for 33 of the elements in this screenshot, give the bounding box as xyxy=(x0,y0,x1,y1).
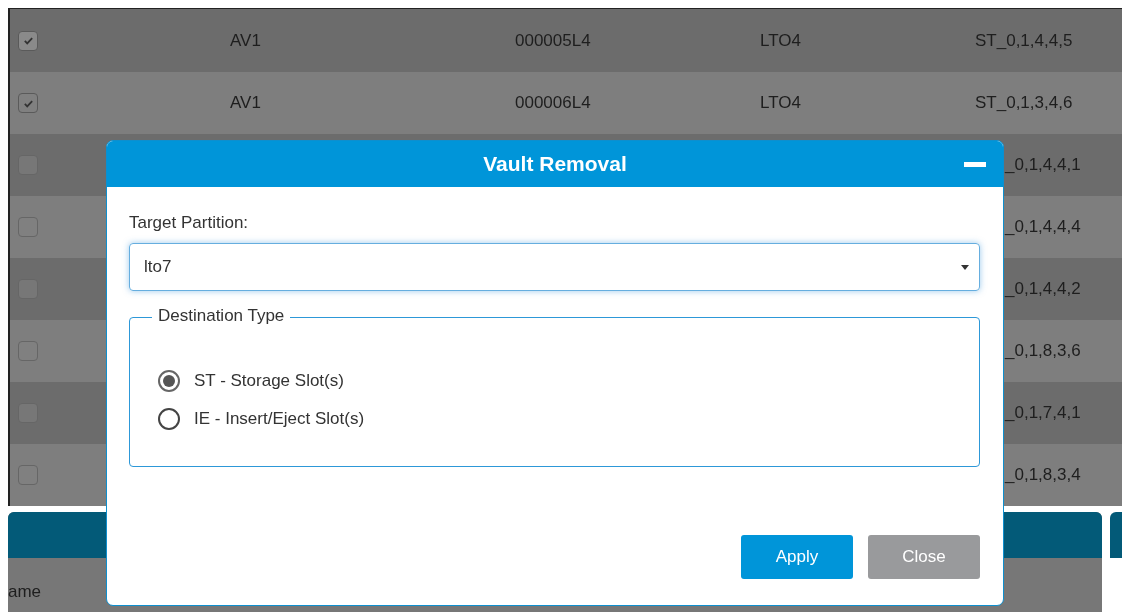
table-cell: 000005L4 xyxy=(515,30,591,50)
fieldset-legend: Destination Type xyxy=(152,306,291,326)
caret-icon xyxy=(961,264,969,270)
checkbox[interactable] xyxy=(18,465,38,485)
partition-dropdown[interactable]: lto7 xyxy=(129,243,980,291)
table-cell: 000006L4 xyxy=(515,93,591,112)
table-cell: _0,1,4,4,2 xyxy=(1005,279,1081,298)
radio-label: IE - Insert/Eject Slot(s) xyxy=(194,409,365,429)
checkbox[interactable] xyxy=(18,93,38,113)
panel-header xyxy=(1110,512,1122,558)
close-button[interactable]: Close xyxy=(868,535,980,579)
radio-button[interactable] xyxy=(158,408,180,430)
dialog-title: Vault Removal xyxy=(483,152,627,176)
table-cell: AV1 xyxy=(230,93,261,112)
table-cell: AV1 xyxy=(230,30,261,50)
table-cell: _0,1,8,3,6 xyxy=(1005,341,1081,360)
check-icon xyxy=(22,35,34,46)
field-label: ame xyxy=(8,582,42,601)
radio-label: ST - Storage Slot(s) xyxy=(194,371,344,391)
table-cell: ST_0,1,4,4,5 xyxy=(975,30,1073,50)
table-cell: _0,1,7,4,1 xyxy=(1005,403,1081,422)
apply-button[interactable]: Apply xyxy=(741,535,853,579)
checkbox[interactable] xyxy=(18,30,38,51)
table-cell: _0,1,8,3,4 xyxy=(1005,465,1081,484)
checkbox[interactable] xyxy=(18,217,38,237)
table-cell: LTO4 xyxy=(760,30,801,50)
table-cell: _0,1,4,4,4 xyxy=(1005,217,1081,236)
radio-button[interactable] xyxy=(158,370,180,392)
table-cell: ST_0,1,3,4,6 xyxy=(975,93,1073,112)
table-cell: _0,1,4,4,1 xyxy=(1005,155,1081,174)
table-cell: LTO4 xyxy=(760,93,801,112)
field-label: Target Partition: xyxy=(129,213,250,233)
checkbox[interactable] xyxy=(18,341,38,361)
